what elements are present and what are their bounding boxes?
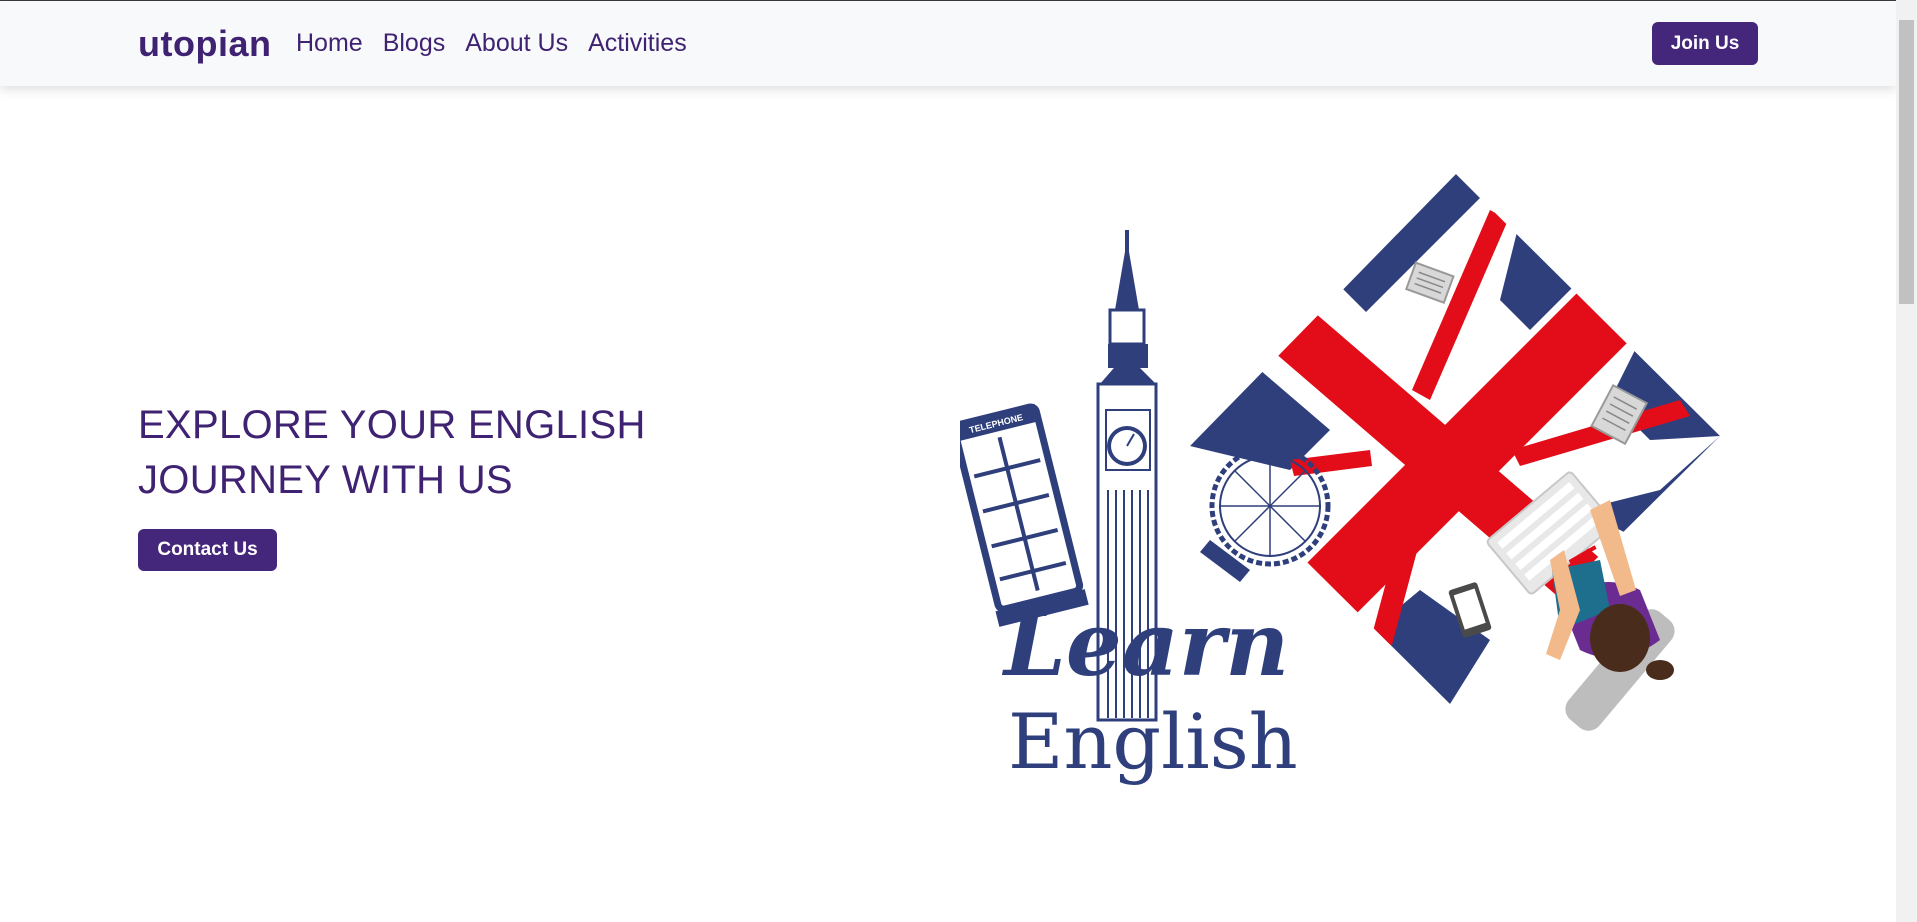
english-text: English (1008, 697, 1298, 786)
join-us-button[interactable]: Join Us (1652, 22, 1758, 65)
nav-link-about-us[interactable]: About Us (465, 29, 568, 58)
brand-logo[interactable]: utopian (138, 23, 271, 65)
learn-english-illustration: TELEPHONE Learn English (960, 174, 1720, 786)
scrollbar-thumb[interactable] (1899, 20, 1914, 304)
nav-link-activities[interactable]: Activities (588, 29, 687, 58)
nav-links: Home Blogs About Us Activities (296, 29, 707, 58)
nav-link-blogs[interactable]: Blogs (383, 29, 446, 58)
navbar: utopian Home Blogs About Us Activities J… (0, 1, 1896, 86)
nav-link-home[interactable]: Home (296, 29, 363, 58)
contact-us-button[interactable]: Contact Us (138, 529, 277, 571)
learn-text: Learn (1001, 592, 1289, 696)
hero-title: EXPLORE YOUR ENGLISH JOURNEY WITH US (138, 403, 646, 502)
